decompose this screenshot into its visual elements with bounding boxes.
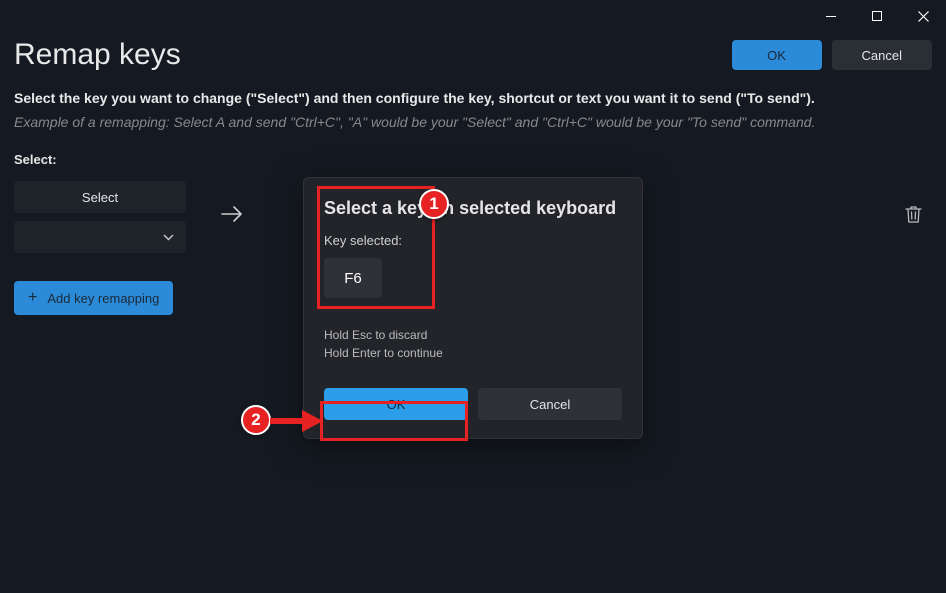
select-key-dialog: Select a key on selected keyboard Key se… — [303, 177, 643, 439]
titlebar — [0, 0, 946, 32]
selected-key-chip: F6 — [324, 258, 382, 298]
close-button[interactable] — [900, 0, 946, 32]
dialog-title: Select a key on selected keyboard — [324, 198, 622, 219]
header-cancel-button[interactable]: Cancel — [832, 40, 932, 70]
hint-continue: Hold Enter to continue — [324, 344, 622, 362]
select-section-label: Select: — [14, 152, 932, 167]
trash-icon — [905, 205, 922, 229]
chevron-down-icon — [163, 228, 174, 246]
minimize-button[interactable] — [808, 0, 854, 32]
key-selected-label: Key selected: — [324, 233, 622, 248]
page-title: Remap keys — [14, 38, 181, 72]
dialog-footer: OK Cancel — [324, 388, 622, 420]
arrow-right-icon — [220, 204, 244, 230]
header: Remap keys OK Cancel — [0, 32, 946, 90]
header-ok-button[interactable]: OK — [732, 40, 822, 70]
example-text: Example of a remapping: Select A and sen… — [14, 114, 932, 130]
header-buttons: OK Cancel — [732, 40, 932, 70]
dialog-ok-button[interactable]: OK — [324, 388, 468, 420]
delete-mapping-button[interactable] — [894, 198, 932, 236]
annotation-marker-2: 2 — [241, 405, 271, 435]
annotation-arrow-icon — [268, 410, 323, 437]
dialog-hints: Hold Esc to discard Hold Enter to contin… — [324, 326, 622, 362]
instruction-text: Select the key you want to change ("Sele… — [14, 90, 932, 106]
annotation-marker-1: 1 — [419, 189, 449, 219]
select-key-dropdown[interactable] — [14, 221, 186, 253]
add-key-remapping-button[interactable]: + Add key remapping — [14, 281, 173, 315]
maximize-button[interactable] — [854, 0, 900, 32]
plus-icon: + — [28, 289, 37, 307]
add-button-label: Add key remapping — [47, 291, 159, 306]
hint-discard: Hold Esc to discard — [324, 326, 622, 344]
select-column: Select — [14, 181, 186, 253]
dialog-cancel-button[interactable]: Cancel — [478, 388, 622, 420]
select-key-button[interactable]: Select — [14, 181, 186, 213]
